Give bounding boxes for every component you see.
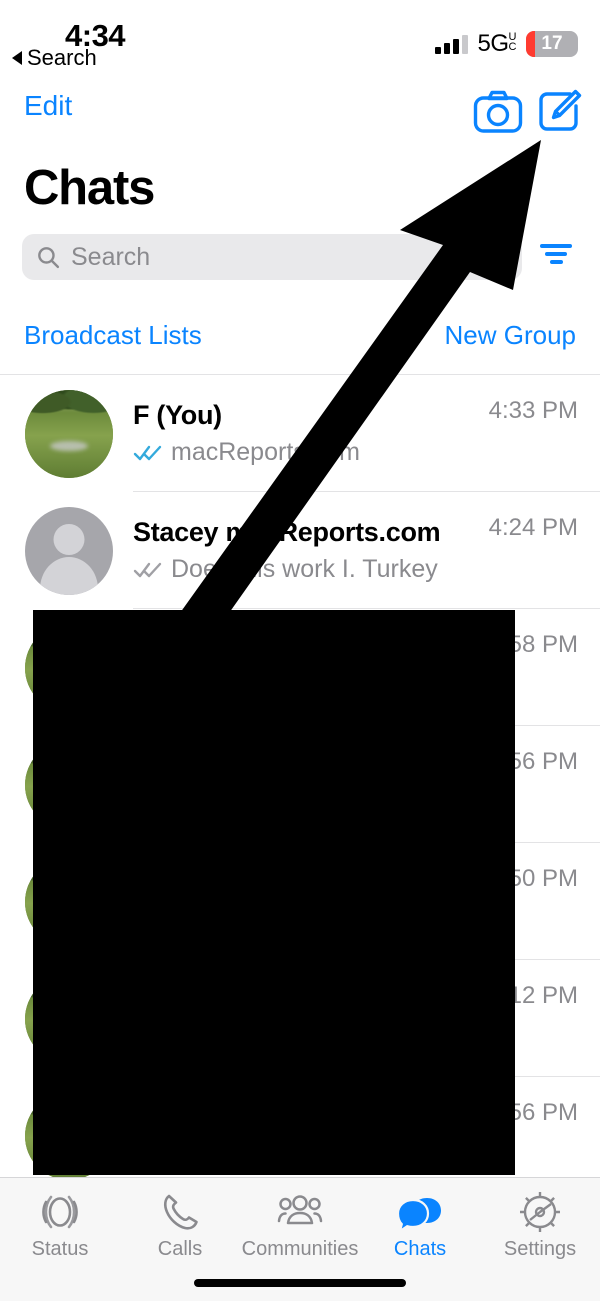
black-redaction-box	[33, 610, 515, 1175]
tab-chats-label: Chats	[393, 1238, 447, 1260]
filter-button[interactable]	[538, 244, 574, 270]
tab-settings[interactable]: Settings	[480, 1178, 600, 1301]
network-type-label: 5G U C	[477, 30, 517, 58]
action-row: Broadcast Lists New Group	[0, 320, 600, 375]
cellular-signal-icon	[434, 34, 468, 54]
chat-row[interactable]: Stacey macReports.com Does this work I. T…	[0, 492, 600, 609]
search-icon	[38, 246, 60, 268]
chat-bubbles-icon	[397, 1198, 441, 1234]
broadcast-lists-button[interactable]: Broadcast Lists	[24, 320, 202, 351]
nav-bar: Edit	[0, 88, 600, 148]
network-type-sub: U C	[508, 31, 517, 53]
page-title: Chats	[24, 161, 155, 215]
chat-time: 4:24 PM	[488, 514, 578, 541]
chat-time: 4:33 PM	[488, 397, 578, 424]
network-type-text: 5G	[477, 30, 510, 57]
double-check-delivered-icon	[133, 562, 162, 577]
compose-icon	[539, 89, 582, 131]
chat-preview-text: Does this work I. Turkey	[171, 555, 438, 583]
chat-preview: Does this work I. Turkey	[133, 555, 588, 584]
edit-button[interactable]: Edit	[24, 90, 72, 122]
back-to-search-button[interactable]: Search	[12, 45, 97, 71]
battery-level-label: 17	[541, 33, 563, 54]
status-indicators: 5G U C 17	[434, 30, 578, 58]
compose-button[interactable]	[537, 88, 583, 139]
search-row: Search	[0, 234, 600, 280]
search-placeholder: Search	[71, 242, 151, 271]
chat-time: 56 PM	[508, 1099, 578, 1126]
double-check-read-icon	[133, 445, 162, 460]
chat-preview-text: macReports.com	[171, 438, 360, 466]
filter-icon-bar-1	[540, 244, 572, 248]
phone-screen: 4:34 Search 5G U C 17 Edit Chats Search …	[0, 0, 600, 1301]
photo-avatar	[25, 389, 113, 478]
avatar	[25, 389, 113, 478]
back-triangle-icon	[12, 51, 22, 65]
camera-icon	[473, 90, 523, 133]
gear-icon	[520, 1192, 560, 1232]
chat-time: 56 PM	[508, 748, 578, 775]
default-person-avatar	[25, 506, 113, 595]
home-indicator	[194, 1279, 406, 1287]
chat-time: 50 PM	[508, 865, 578, 892]
filter-icon-bar-3	[549, 260, 563, 264]
tab-settings-label: Settings	[503, 1238, 577, 1260]
new-group-button[interactable]: New Group	[445, 320, 577, 351]
phone-handset-icon	[163, 1194, 198, 1230]
avatar	[25, 506, 113, 595]
tab-calls-label: Calls	[157, 1238, 203, 1260]
back-label: Search	[27, 45, 97, 70]
tab-status[interactable]: Status	[0, 1178, 120, 1301]
chat-row[interactable]: F (You) macReports.com 4:33 PM	[0, 375, 600, 492]
tab-status-label: Status	[31, 1238, 89, 1260]
chat-preview: macReports.com	[133, 438, 588, 467]
camera-button[interactable]	[473, 88, 523, 139]
battery-indicator: 17	[526, 31, 578, 57]
chat-time: 58 PM	[508, 631, 578, 658]
status-rings-icon	[42, 1195, 78, 1229]
communities-people-icon	[277, 1195, 323, 1225]
status-bar: 4:34 Search 5G U C 17	[0, 0, 600, 78]
filter-icon-bar-2	[545, 252, 567, 256]
search-input[interactable]: Search	[22, 234, 522, 280]
tab-communities-label: Communities	[241, 1238, 359, 1260]
